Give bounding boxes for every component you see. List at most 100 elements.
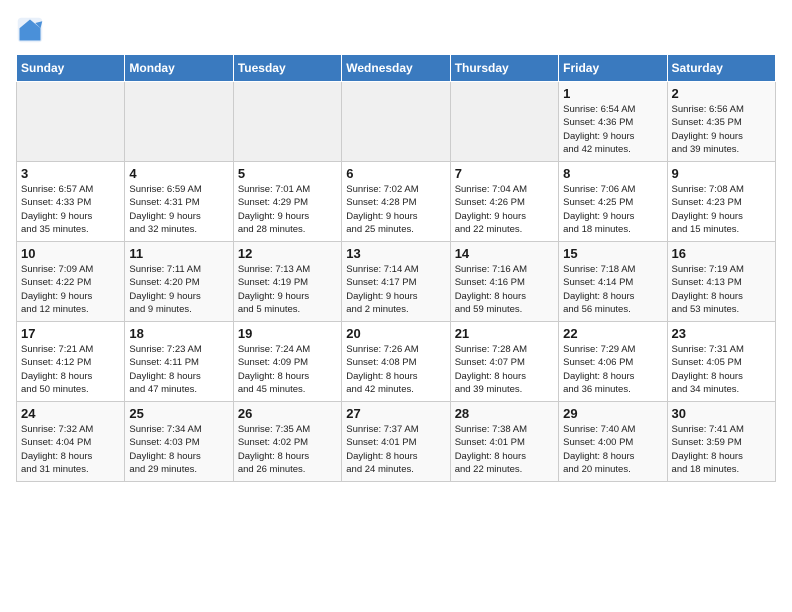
day-number: 23 (672, 326, 771, 341)
day-header-friday: Friday (559, 55, 667, 82)
day-header-sunday: Sunday (17, 55, 125, 82)
calendar-cell (17, 82, 125, 162)
calendar-cell (342, 82, 450, 162)
day-info: Sunrise: 7:14 AM Sunset: 4:17 PM Dayligh… (346, 263, 445, 316)
day-info: Sunrise: 7:26 AM Sunset: 4:08 PM Dayligh… (346, 343, 445, 396)
day-header-thursday: Thursday (450, 55, 558, 82)
week-row-2: 3 Sunrise: 6:57 AM Sunset: 4:33 PM Daylig… (17, 162, 776, 242)
logo (16, 16, 48, 44)
day-info: Sunrise: 7:01 AM Sunset: 4:29 PM Dayligh… (238, 183, 337, 236)
day-number: 15 (563, 246, 662, 261)
day-info: Sunrise: 6:59 AM Sunset: 4:31 PM Dayligh… (129, 183, 228, 236)
day-number: 9 (672, 166, 771, 181)
day-info: Sunrise: 7:04 AM Sunset: 4:26 PM Dayligh… (455, 183, 554, 236)
week-row-4: 17 Sunrise: 7:21 AM Sunset: 4:12 PM Dayli… (17, 322, 776, 402)
day-info: Sunrise: 7:11 AM Sunset: 4:20 PM Dayligh… (129, 263, 228, 316)
day-number: 7 (455, 166, 554, 181)
calendar-cell: 3 Sunrise: 6:57 AM Sunset: 4:33 PM Daylig… (17, 162, 125, 242)
day-number: 30 (672, 406, 771, 421)
calendar-cell (233, 82, 341, 162)
day-number: 2 (672, 86, 771, 101)
day-info: Sunrise: 7:29 AM Sunset: 4:06 PM Dayligh… (563, 343, 662, 396)
calendar-cell: 5 Sunrise: 7:01 AM Sunset: 4:29 PM Daylig… (233, 162, 341, 242)
day-info: Sunrise: 7:28 AM Sunset: 4:07 PM Dayligh… (455, 343, 554, 396)
day-number: 14 (455, 246, 554, 261)
day-info: Sunrise: 7:21 AM Sunset: 4:12 PM Dayligh… (21, 343, 120, 396)
day-info: Sunrise: 7:18 AM Sunset: 4:14 PM Dayligh… (563, 263, 662, 316)
day-header-saturday: Saturday (667, 55, 775, 82)
day-info: Sunrise: 7:02 AM Sunset: 4:28 PM Dayligh… (346, 183, 445, 236)
day-info: Sunrise: 7:40 AM Sunset: 4:00 PM Dayligh… (563, 423, 662, 476)
day-header-tuesday: Tuesday (233, 55, 341, 82)
calendar-cell: 11 Sunrise: 7:11 AM Sunset: 4:20 PM Dayli… (125, 242, 233, 322)
calendar-cell: 21 Sunrise: 7:28 AM Sunset: 4:07 PM Dayli… (450, 322, 558, 402)
day-number: 21 (455, 326, 554, 341)
day-header-monday: Monday (125, 55, 233, 82)
calendar-cell: 7 Sunrise: 7:04 AM Sunset: 4:26 PM Daylig… (450, 162, 558, 242)
day-number: 5 (238, 166, 337, 181)
calendar-cell: 12 Sunrise: 7:13 AM Sunset: 4:19 PM Dayli… (233, 242, 341, 322)
day-number: 19 (238, 326, 337, 341)
day-number: 3 (21, 166, 120, 181)
day-info: Sunrise: 7:32 AM Sunset: 4:04 PM Dayligh… (21, 423, 120, 476)
calendar-cell: 28 Sunrise: 7:38 AM Sunset: 4:01 PM Dayli… (450, 402, 558, 482)
calendar-cell: 24 Sunrise: 7:32 AM Sunset: 4:04 PM Dayli… (17, 402, 125, 482)
calendar-cell: 23 Sunrise: 7:31 AM Sunset: 4:05 PM Dayli… (667, 322, 775, 402)
day-number: 18 (129, 326, 228, 341)
calendar-cell: 16Sunrise: 7:19 AM Sunset: 4:13 PM Dayli… (667, 242, 775, 322)
day-info: Sunrise: 7:23 AM Sunset: 4:11 PM Dayligh… (129, 343, 228, 396)
calendar-cell: 22 Sunrise: 7:29 AM Sunset: 4:06 PM Dayli… (559, 322, 667, 402)
calendar-cell: 1 Sunrise: 6:54 AM Sunset: 4:36 PM Daylig… (559, 82, 667, 162)
calendar-cell: 27Sunrise: 7:37 AM Sunset: 4:01 PM Dayli… (342, 402, 450, 482)
calendar-table: SundayMondayTuesdayWednesdayThursdayFrid… (16, 54, 776, 482)
calendar-cell: 25 Sunrise: 7:34 AM Sunset: 4:03 PM Dayli… (125, 402, 233, 482)
day-info: Sunrise: 7:38 AM Sunset: 4:01 PM Dayligh… (455, 423, 554, 476)
day-number: 28 (455, 406, 554, 421)
calendar-cell: 2Sunrise: 6:56 AM Sunset: 4:35 PM Daylig… (667, 82, 775, 162)
day-number: 25 (129, 406, 228, 421)
logo-icon (16, 16, 44, 44)
day-number: 1 (563, 86, 662, 101)
day-number: 26 (238, 406, 337, 421)
day-info: Sunrise: 7:41 AM Sunset: 3:59 PM Dayligh… (672, 423, 771, 476)
calendar-cell: 18 Sunrise: 7:23 AM Sunset: 4:11 PM Dayli… (125, 322, 233, 402)
day-number: 11 (129, 246, 228, 261)
day-number: 27 (346, 406, 445, 421)
day-info: Sunrise: 7:09 AM Sunset: 4:22 PM Dayligh… (21, 263, 120, 316)
day-number: 12 (238, 246, 337, 261)
day-number: 13 (346, 246, 445, 261)
day-info: Sunrise: 7:16 AM Sunset: 4:16 PM Dayligh… (455, 263, 554, 316)
calendar-cell: 8 Sunrise: 7:06 AM Sunset: 4:25 PM Daylig… (559, 162, 667, 242)
day-number: 24 (21, 406, 120, 421)
day-number: 17 (21, 326, 120, 341)
header-row: SundayMondayTuesdayWednesdayThursdayFrid… (17, 55, 776, 82)
calendar-cell: 29 Sunrise: 7:40 AM Sunset: 4:00 PM Dayli… (559, 402, 667, 482)
calendar-cell (450, 82, 558, 162)
calendar-cell: 4Sunrise: 6:59 AM Sunset: 4:31 PM Daylig… (125, 162, 233, 242)
calendar-cell: 9Sunrise: 7:08 AM Sunset: 4:23 PM Daylig… (667, 162, 775, 242)
day-info: Sunrise: 6:54 AM Sunset: 4:36 PM Dayligh… (563, 103, 662, 156)
day-number: 20 (346, 326, 445, 341)
calendar-cell: 15 Sunrise: 7:18 AM Sunset: 4:14 PM Dayli… (559, 242, 667, 322)
day-number: 6 (346, 166, 445, 181)
day-info: Sunrise: 7:13 AM Sunset: 4:19 PM Dayligh… (238, 263, 337, 316)
day-number: 8 (563, 166, 662, 181)
day-info: Sunrise: 7:31 AM Sunset: 4:05 PM Dayligh… (672, 343, 771, 396)
day-info: Sunrise: 7:34 AM Sunset: 4:03 PM Dayligh… (129, 423, 228, 476)
header (16, 16, 776, 44)
day-number: 22 (563, 326, 662, 341)
calendar-cell: 19 Sunrise: 7:24 AM Sunset: 4:09 PM Dayli… (233, 322, 341, 402)
calendar-cell: 17 Sunrise: 7:21 AM Sunset: 4:12 PM Dayli… (17, 322, 125, 402)
day-info: Sunrise: 6:57 AM Sunset: 4:33 PM Dayligh… (21, 183, 120, 236)
day-number: 16 (672, 246, 771, 261)
day-info: Sunrise: 7:24 AM Sunset: 4:09 PM Dayligh… (238, 343, 337, 396)
calendar-cell (125, 82, 233, 162)
calendar-cell: 13 Sunrise: 7:14 AM Sunset: 4:17 PM Dayli… (342, 242, 450, 322)
day-number: 29 (563, 406, 662, 421)
calendar-cell: 14 Sunrise: 7:16 AM Sunset: 4:16 PM Dayli… (450, 242, 558, 322)
week-row-1: 1 Sunrise: 6:54 AM Sunset: 4:36 PM Daylig… (17, 82, 776, 162)
week-row-5: 24 Sunrise: 7:32 AM Sunset: 4:04 PM Dayli… (17, 402, 776, 482)
day-info: Sunrise: 7:06 AM Sunset: 4:25 PM Dayligh… (563, 183, 662, 236)
calendar-cell: 6 Sunrise: 7:02 AM Sunset: 4:28 PM Daylig… (342, 162, 450, 242)
day-info: Sunrise: 7:35 AM Sunset: 4:02 PM Dayligh… (238, 423, 337, 476)
